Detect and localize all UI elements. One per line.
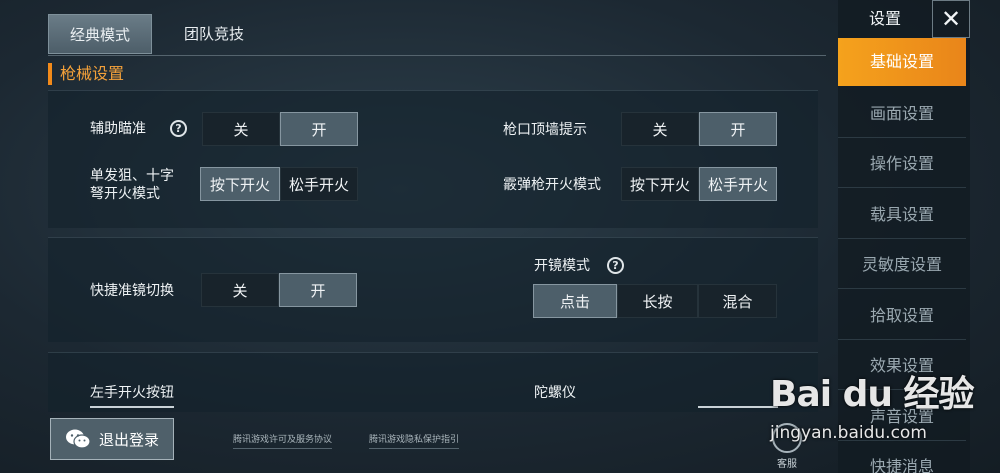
sniper-press-fire-option[interactable]: 按下开火	[200, 167, 280, 201]
settings-title: 设置	[868, 9, 901, 28]
logout-button[interactable]: 退出登录	[50, 418, 174, 460]
quick-scope-switch-label: 快捷准镜切换	[90, 283, 174, 299]
aim-assist-off-option[interactable]: 关	[202, 112, 280, 146]
aim-assist-toggle: 关 开	[202, 112, 358, 146]
section-title-weapon-settings: 枪械设置	[48, 63, 124, 85]
weapon-settings-panel-1	[48, 90, 818, 228]
quick-scope-on-option[interactable]: 开	[279, 273, 357, 307]
sidebar-item-sensitivity[interactable]: 灵敏度设置	[838, 241, 966, 289]
sniper-fire-mode-label-line1: 单发狙、十字	[90, 168, 174, 184]
left-fire-button-label: 左手开火按钮	[90, 385, 174, 401]
license-agreement-link[interactable]: 腾讯游戏许可及服务协议	[233, 432, 333, 449]
scope-mode-help-icon[interactable]: ?	[607, 257, 624, 274]
tab-team-deathmatch[interactable]: 团队竞技	[172, 14, 256, 54]
sidebar-item-basic[interactable]: 基础设置	[838, 38, 966, 86]
sniper-release-fire-option[interactable]: 松手开火	[280, 167, 358, 201]
aim-assist-help-icon[interactable]: ?	[170, 120, 187, 137]
shotgun-release-fire-option[interactable]: 松手开火	[699, 167, 777, 201]
privacy-policy-link[interactable]: 腾讯游戏隐私保护指引	[369, 432, 460, 449]
scope-mode-label: 开镜模式	[534, 258, 590, 274]
tab-classic-mode[interactable]: 经典模式	[48, 14, 152, 54]
muzzle-wall-hint-on-option[interactable]: 开	[699, 112, 777, 146]
baidu-watermark: Bai du 经验 jingyan.baidu.com	[770, 365, 975, 443]
scope-mode-mixed-option[interactable]: 混合	[698, 284, 777, 318]
quick-scope-switch-toggle: 关 开	[201, 273, 357, 307]
aim-assist-label: 辅助瞄准	[90, 121, 146, 137]
sidebar-item-controls[interactable]: 操作设置	[838, 140, 966, 188]
quick-scope-off-option[interactable]: 关	[201, 273, 279, 307]
close-button[interactable]: ✕	[932, 0, 970, 38]
sniper-fire-mode-label: 单发狙、十字 弩开火模式	[90, 167, 174, 203]
wechat-icon	[65, 429, 91, 449]
sidebar-item-quick-messages[interactable]: 快捷消息	[838, 443, 966, 473]
scope-mode-selector: 点击 长按 混合	[533, 284, 777, 318]
aim-assist-on-option[interactable]: 开	[280, 112, 358, 146]
shotgun-press-fire-option[interactable]: 按下开火	[621, 167, 699, 201]
sniper-fire-mode-label-line2: 弩开火模式	[90, 186, 160, 202]
sidebar-item-pickup[interactable]: 拾取设置	[838, 292, 966, 340]
sidebar-item-graphics[interactable]: 画面设置	[838, 90, 966, 138]
sniper-fire-mode-selector: 按下开火 松手开火	[200, 167, 358, 201]
logout-label: 退出登录	[98, 430, 159, 449]
muzzle-wall-hint-label: 枪口顶墙提示	[503, 122, 587, 138]
baidu-watermark-logo: Bai du 经验	[770, 374, 975, 415]
left-fire-button-underline	[90, 406, 174, 408]
gyroscope-underline	[698, 406, 778, 408]
muzzle-wall-hint-off-option[interactable]: 关	[621, 112, 699, 146]
shotgun-fire-mode-selector: 按下开火 松手开火	[621, 167, 777, 201]
scope-mode-hold-option[interactable]: 长按	[617, 284, 698, 318]
mode-tabs: 经典模式 团队竞技	[48, 14, 826, 56]
baidu-watermark-url: jingyan.baidu.com	[770, 423, 927, 443]
sidebar-item-vehicle[interactable]: 载具设置	[838, 191, 966, 239]
weapon-settings-panel-3	[48, 352, 818, 412]
muzzle-wall-hint-toggle: 关 开	[621, 112, 777, 146]
shotgun-fire-mode-label: 霰弹枪开火模式	[503, 177, 601, 193]
gyroscope-label: 陀螺仪	[534, 385, 576, 401]
customer-service-label: 客服	[777, 459, 797, 470]
scope-mode-tap-option[interactable]: 点击	[533, 284, 617, 318]
